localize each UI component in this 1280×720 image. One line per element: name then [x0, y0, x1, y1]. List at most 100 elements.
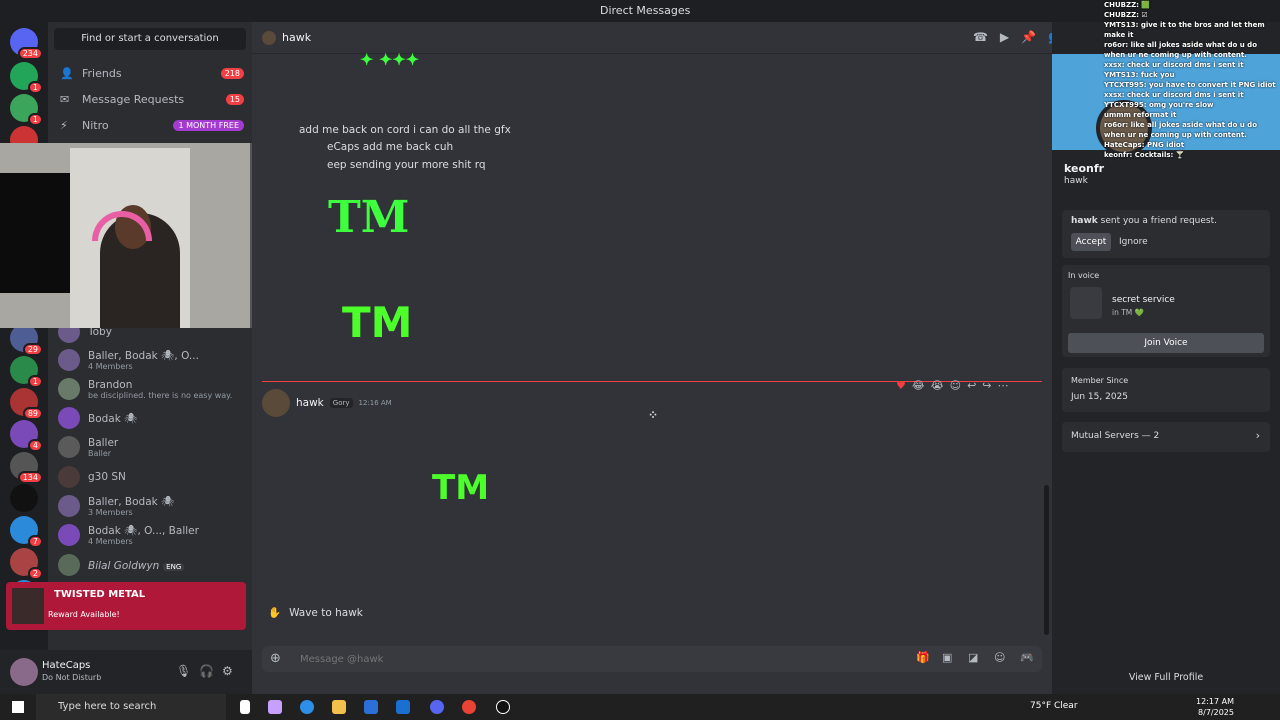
stream-chat-line: ummm reformat it — [1104, 111, 1177, 119]
server-icon[interactable]: 1 — [10, 62, 43, 94]
store-icon[interactable] — [364, 700, 378, 714]
games-icon[interactable]: 🎮 — [1020, 651, 1034, 664]
clock[interactable]: 12:17 AM 8/7/2025 — [1196, 696, 1234, 718]
friends-label: Friends — [82, 66, 122, 80]
reward-promo-banner[interactable]: TWISTED METAL Reward Available! — [6, 582, 246, 630]
cry-reaction-icon[interactable]: 😭 — [931, 379, 944, 399]
ignore-button[interactable]: Ignore — [1119, 233, 1148, 251]
friends-nav[interactable]: 👤 Friends 218 — [60, 62, 244, 84]
pin-icon[interactable]: 📌 — [1021, 30, 1036, 44]
dm-name: Baller, Bodak 🕷, O... — [88, 350, 199, 362]
server-icon[interactable]: 234 — [10, 28, 43, 60]
loading-icon: ⁘ — [648, 408, 659, 422]
weather-widget[interactable]: 75°F Clear — [1030, 701, 1078, 711]
voice-server-name: in TM 💚 — [1112, 308, 1144, 317]
server-icon[interactable]: 7 — [10, 516, 43, 548]
dm-item-group-1[interactable]: Baller, Bodak 🕷, O... 4 Members — [58, 346, 244, 374]
dm-item-group-3[interactable]: Bodak 🕷, O..., Baller 4 Members — [58, 521, 244, 549]
message-text: eep sending your more shit rq — [327, 159, 486, 171]
edge-icon[interactable] — [300, 700, 314, 714]
mutual-servers-button[interactable]: Mutual Servers — 2 › — [1062, 422, 1270, 452]
server-badge: 134 — [17, 471, 43, 484]
view-full-profile-link[interactable]: View Full Profile — [1052, 672, 1280, 683]
reply-icon[interactable]: ↩ — [967, 379, 976, 399]
microphone-icon[interactable]: 🎙 — [176, 664, 191, 678]
server-badge: 1 — [27, 81, 43, 94]
server-icon[interactable] — [10, 484, 38, 512]
dm-item-bilal[interactable]: Bilal Goldwyn ENG — [58, 551, 244, 579]
laugh-reaction-icon[interactable]: 😂 — [912, 379, 925, 399]
server-icon[interactable]: 89 — [10, 388, 43, 420]
server-icon[interactable]: 4 — [10, 420, 43, 452]
user-avatar[interactable] — [10, 658, 38, 686]
chrome-icon[interactable] — [462, 700, 476, 714]
copilot-icon[interactable] — [268, 700, 282, 714]
gift-icon[interactable]: 🎁 — [916, 651, 930, 664]
friends-count-badge: 218 — [220, 67, 244, 79]
message-text: add me back on cord i can do all the gfx — [299, 124, 511, 136]
add-reaction-icon[interactable]: ☺ — [950, 379, 961, 399]
friends-icon: 👤 — [60, 67, 74, 80]
find-conversation-button[interactable]: Find or start a conversation — [54, 28, 246, 50]
server-badge: 7 — [27, 535, 43, 548]
message-input[interactable] — [300, 650, 800, 668]
obs-icon[interactable] — [496, 700, 510, 714]
outlook-icon[interactable] — [396, 700, 410, 714]
chat-scrollbar[interactable] — [1044, 485, 1049, 635]
voice-channel-name: secret service — [1112, 295, 1175, 305]
message-requests-nav[interactable]: ✉ Message Requests 15 — [60, 88, 244, 110]
add-attachment-icon[interactable]: ⊕ — [270, 651, 281, 666]
friend-request-text: hawk sent you a friend request. — [1071, 216, 1217, 226]
gif-icon[interactable]: ▣ — [942, 651, 952, 664]
stream-chat-line: ro6or: like all jokes aside what do u do… — [1104, 41, 1258, 59]
author-name[interactable]: hawk — [296, 397, 324, 409]
tm-graphic: TM — [342, 298, 413, 347]
promo-reward-text: Reward Available! — [48, 610, 120, 619]
server-icon[interactable]: 1 — [10, 94, 43, 126]
forward-icon[interactable]: ↪ — [982, 379, 991, 399]
dm-name: Bodak 🕷, O..., Baller — [88, 525, 199, 537]
dm-name: Baller — [88, 436, 119, 449]
wave-button[interactable]: ✋ Wave to hawk — [268, 606, 363, 620]
server-icon[interactable]: 1 — [10, 356, 43, 388]
sticker-icon[interactable]: ◪ — [968, 651, 978, 664]
emoji-icon[interactable]: ☺ — [994, 651, 1005, 664]
user-status: Do Not Disturb — [42, 673, 102, 682]
video-icon[interactable]: ▶ — [1000, 30, 1009, 44]
dm-name: Brandon — [88, 378, 133, 391]
dm-item-bodak[interactable]: Bodak 🕷 — [58, 404, 244, 432]
accept-button[interactable]: Accept — [1071, 233, 1111, 251]
phone-icon[interactable]: ☎ — [973, 30, 988, 44]
gear-icon[interactable]: ⚙ — [222, 664, 233, 678]
stream-chat-line: YTCXT995: omg you're slow — [1104, 101, 1214, 109]
language-tag: ENG — [163, 563, 185, 571]
server-icon[interactable]: 29 — [10, 324, 43, 356]
task-view-icon[interactable] — [240, 700, 250, 714]
server-icon[interactable]: 134 — [10, 452, 43, 484]
discord-icon[interactable] — [430, 700, 444, 714]
dm-item-group-2[interactable]: Baller, Bodak 🕷 3 Members — [58, 492, 244, 520]
stream-chat-line: CHUBZZ: 🟩 — [1104, 1, 1151, 9]
join-voice-button[interactable]: Join Voice — [1068, 333, 1264, 353]
nitro-nav[interactable]: ⚡ Nitro 1 MONTH FREE — [60, 114, 244, 136]
promo-logo: TWISTED METAL — [54, 589, 146, 600]
dm-item-baller[interactable]: Baller Baller — [58, 433, 244, 461]
window-title: Direct Messages — [600, 4, 691, 17]
mutual-servers-label: Mutual Servers — 2 — [1071, 431, 1160, 441]
member-since-date: Jun 15, 2025 — [1071, 392, 1129, 402]
author-avatar[interactable] — [262, 389, 290, 417]
headphones-icon[interactable]: 🎧 — [199, 664, 214, 678]
dm-item-brandon[interactable]: Brandon be disciplined. there is no easy … — [58, 375, 244, 403]
windows-start-icon[interactable] — [12, 701, 24, 713]
stream-chat-line: YMTS13: give it to the bros and let them… — [1104, 21, 1265, 39]
file-explorer-icon[interactable] — [332, 700, 346, 714]
server-badge: 234 — [17, 47, 43, 60]
more-icon[interactable]: ⋯ — [998, 379, 1009, 399]
heart-reaction-icon[interactable]: ♥ — [896, 379, 906, 399]
server-icon[interactable]: 2 — [10, 548, 43, 580]
voice-server-icon — [1070, 287, 1102, 319]
profile-username: hawk — [1064, 176, 1088, 186]
dm-name: Bilal Goldwyn — [88, 560, 160, 572]
dm-item-g30[interactable]: g30 SN — [58, 463, 244, 491]
taskbar-search[interactable]: Type here to search — [36, 694, 226, 720]
